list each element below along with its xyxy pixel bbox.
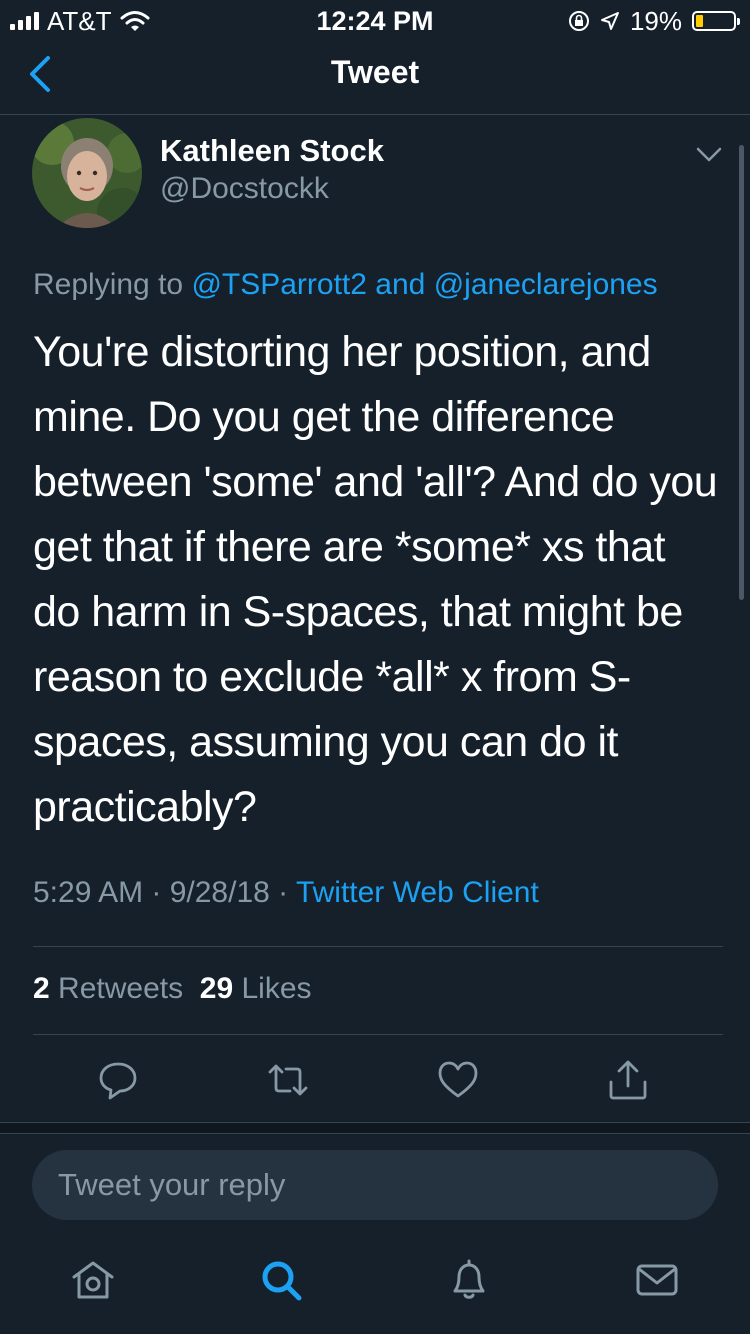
- author-name[interactable]: Kathleen Stock: [160, 133, 384, 169]
- avatar[interactable]: [32, 118, 142, 228]
- chevron-down-icon[interactable]: [692, 140, 726, 170]
- likes-stat[interactable]: 29 Likes: [200, 972, 312, 1005]
- status-bar: AT&T 12:24 PM 19%: [0, 0, 750, 40]
- mention-link[interactable]: @TSParrott2: [191, 268, 367, 301]
- tweet-meta: 5:29 AM · 9/28/18 · Twitter Web Client: [33, 876, 539, 910]
- notifications-icon[interactable]: [446, 1257, 492, 1303]
- reply-icon[interactable]: [96, 1058, 140, 1102]
- section-separator: [0, 1122, 750, 1134]
- tweet-timestamp: 5:29 AM · 9/28/18 ·: [33, 876, 289, 909]
- status-right: 19%: [568, 5, 740, 36]
- reply-input[interactable]: Tweet your reply: [32, 1150, 718, 1220]
- divider: [33, 946, 723, 947]
- mention-link[interactable]: @janeclarejones: [434, 268, 658, 301]
- home-icon[interactable]: [70, 1257, 116, 1303]
- share-icon[interactable]: [606, 1058, 650, 1102]
- location-icon: [600, 12, 619, 30]
- retweet-count: 2: [33, 972, 50, 1005]
- like-label: Likes: [241, 972, 312, 1005]
- replying-to: Replying to @TSParrott2 and @janeclarejo…: [33, 268, 658, 302]
- retweet-icon[interactable]: [266, 1058, 310, 1102]
- tweet-text: You're distorting her position, and mine…: [33, 328, 718, 831]
- tweet-stats: 2 Retweets 29 Likes: [33, 972, 312, 1006]
- tab-bar: [0, 1235, 750, 1334]
- battery-icon: [692, 11, 740, 31]
- page-title: Tweet: [330, 54, 420, 90]
- scrollbar[interactable]: [739, 145, 744, 600]
- battery-fill: [696, 15, 703, 27]
- author-handle[interactable]: @Docstockk: [160, 172, 329, 206]
- messages-icon[interactable]: [634, 1257, 680, 1303]
- retweets-stat[interactable]: 2 Retweets: [33, 972, 183, 1005]
- nav-bar: Tweet: [0, 40, 750, 115]
- like-count: 29: [199, 972, 234, 1005]
- client-link[interactable]: Twitter Web Client: [296, 876, 539, 909]
- orientation-lock-icon: [568, 11, 589, 31]
- reply-placeholder: Tweet your reply: [58, 1167, 286, 1202]
- search-icon[interactable]: [258, 1257, 304, 1303]
- divider: [33, 1034, 723, 1035]
- replying-prefix: Replying to: [33, 268, 184, 301]
- replying-joiner[interactable]: and: [375, 268, 425, 301]
- battery-percent: 19%: [629, 5, 682, 36]
- retweet-label: Retweets: [58, 972, 184, 1005]
- like-icon[interactable]: [436, 1058, 480, 1102]
